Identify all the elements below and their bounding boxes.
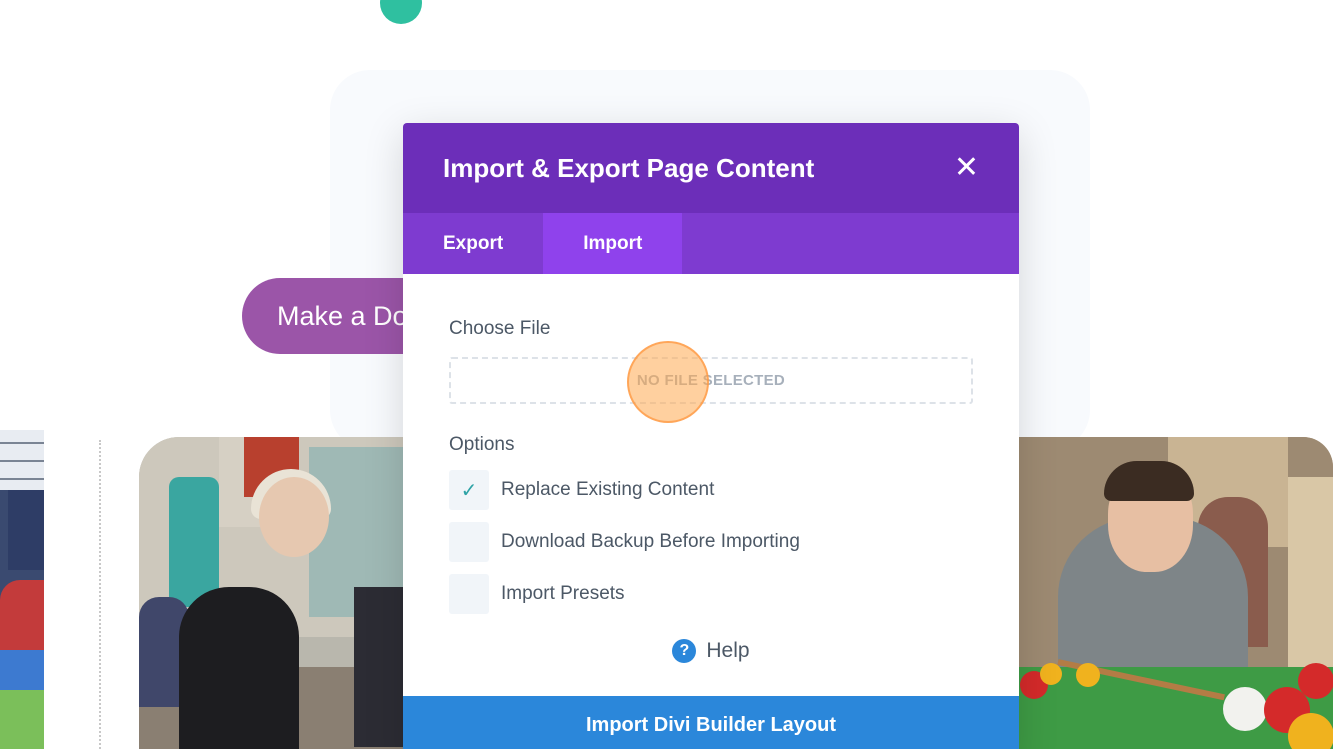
checkmark-icon: ✓ xyxy=(460,479,478,502)
import-layout-button-label: Import Divi Builder Layout xyxy=(585,714,837,736)
checkbox-replace-existing-content[interactable]: ✓ xyxy=(449,470,489,510)
tab-export-label: Export xyxy=(443,232,504,254)
file-drop-text: NO FILE SELECTED xyxy=(636,372,786,389)
decorative-circle xyxy=(380,0,422,24)
import-export-modal: Import & Export Page Content ✕ Export Im… xyxy=(403,123,1019,749)
modal-title: Import & Export Page Content xyxy=(443,152,815,183)
checkbox-import-presets[interactable] xyxy=(449,574,489,614)
help-link[interactable]: ? Help xyxy=(403,639,1019,663)
tab-import-label: Import xyxy=(583,232,643,254)
option-label: Replace Existing Content xyxy=(501,479,715,500)
help-icon: ? xyxy=(672,639,697,663)
options-list: ✓ Replace Existing Content Download Back… xyxy=(449,470,973,614)
import-layout-button[interactable]: Import Divi Builder Layout xyxy=(403,696,1019,749)
gallery-photo-left xyxy=(0,430,44,749)
gallery-photo-right xyxy=(1018,437,1333,749)
option-label: Download Backup Before Importing xyxy=(501,531,800,552)
divider xyxy=(99,440,101,749)
tab-import[interactable]: Import xyxy=(543,213,683,274)
modal-tabs: Export Import xyxy=(403,213,1019,274)
option-import-presets[interactable]: Import Presets xyxy=(449,574,973,614)
option-download-backup[interactable]: Download Backup Before Importing xyxy=(449,522,973,562)
option-label: Import Presets xyxy=(501,583,625,604)
modal-body: Choose File NO FILE SELECTED Options ✓ R… xyxy=(403,274,1019,697)
options-label: Options xyxy=(449,434,515,455)
file-upload-field[interactable]: NO FILE SELECTED xyxy=(449,357,973,404)
modal-header: Import & Export Page Content ✕ xyxy=(403,123,1019,213)
tab-export[interactable]: Export xyxy=(403,213,543,274)
gallery-photo-center xyxy=(139,437,405,749)
option-replace-existing-content[interactable]: ✓ Replace Existing Content xyxy=(449,470,973,510)
help-label: Help xyxy=(706,639,750,662)
close-icon[interactable]: ✕ xyxy=(954,153,979,183)
checkbox-download-backup[interactable] xyxy=(449,522,489,562)
choose-file-label: Choose File xyxy=(449,318,551,339)
